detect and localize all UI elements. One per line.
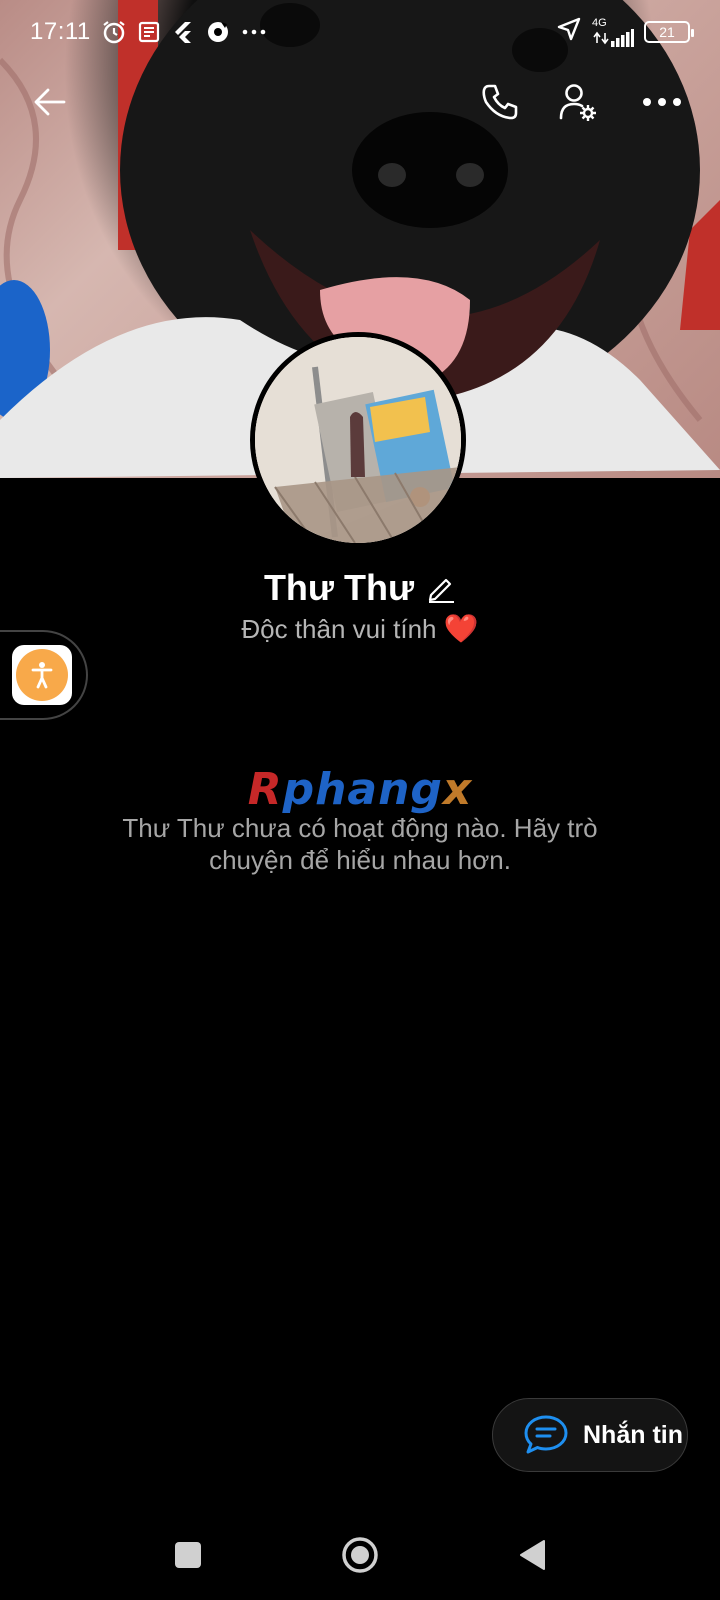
chat-bubble-icon — [524, 1415, 568, 1454]
avatar[interactable] — [250, 332, 466, 548]
watermark-part-c: x — [442, 764, 473, 815]
pencil-icon — [428, 578, 455, 603]
home-button[interactable] — [334, 1529, 386, 1581]
recent-apps-button[interactable] — [162, 1529, 214, 1581]
signal-icon — [593, 28, 634, 47]
battery-level: 21 — [659, 24, 675, 40]
user-settings-icon — [559, 84, 596, 121]
more-notifications-icon — [241, 27, 267, 37]
watermark-part-b: phang — [282, 764, 443, 815]
accessibility-icon — [16, 649, 68, 701]
more-options-button[interactable] — [634, 74, 690, 130]
profile-bio: Độc thân vui tính ❤️ — [0, 612, 720, 645]
location-icon — [556, 16, 582, 49]
phone-icon — [482, 84, 518, 120]
watermark-logo: Rphangx — [0, 768, 720, 812]
name-row: Thư Thư — [0, 562, 720, 614]
back-nav-button[interactable] — [506, 1529, 558, 1581]
bio-text: Độc thân vui tính — [241, 614, 437, 644]
back-button[interactable] — [22, 74, 78, 130]
square-icon — [175, 1542, 201, 1568]
music-app-icon — [205, 19, 231, 45]
status-bar: 17:11 4G 21 — [0, 0, 720, 64]
accessibility-floating-button[interactable] — [0, 630, 88, 720]
triangle-back-icon — [520, 1540, 545, 1570]
edit-name-button[interactable] — [426, 573, 456, 603]
accessibility-button-frame — [12, 645, 72, 705]
alarm-icon — [101, 19, 127, 45]
network-type-label: 4G — [592, 16, 607, 29]
system-nav-bar — [0, 1510, 720, 1600]
news-icon — [137, 20, 161, 44]
send-message-button[interactable]: Nhắn tin — [492, 1398, 688, 1472]
signal-group: 4G — [592, 16, 634, 47]
status-time: 17:11 — [30, 18, 91, 45]
empty-activity-message: Thư Thư chưa có hoạt động nào. Hãy trò c… — [122, 813, 598, 875]
arrow-left-icon — [34, 88, 66, 116]
watermark-part-a: R — [247, 764, 283, 815]
profile-name: Thư Thư — [263, 567, 415, 608]
avatar-image — [255, 337, 461, 543]
home-circle-icon — [342, 1537, 378, 1573]
call-button[interactable] — [472, 74, 528, 130]
profile-screen: 17:11 4G 21 Thư Thư Độc thân vui tính ❤️… — [0, 0, 720, 1600]
status-right: 4G 21 — [556, 16, 694, 49]
battery-indicator: 21 — [644, 21, 694, 43]
profile-settings-button[interactable] — [550, 74, 606, 130]
top-action-bar — [0, 74, 720, 138]
more-horizontal-icon — [643, 98, 681, 106]
heart-emoji: ❤️ — [443, 613, 479, 644]
send-message-label: Nhắn tin — [583, 1420, 683, 1449]
flutter-icon — [171, 20, 195, 44]
